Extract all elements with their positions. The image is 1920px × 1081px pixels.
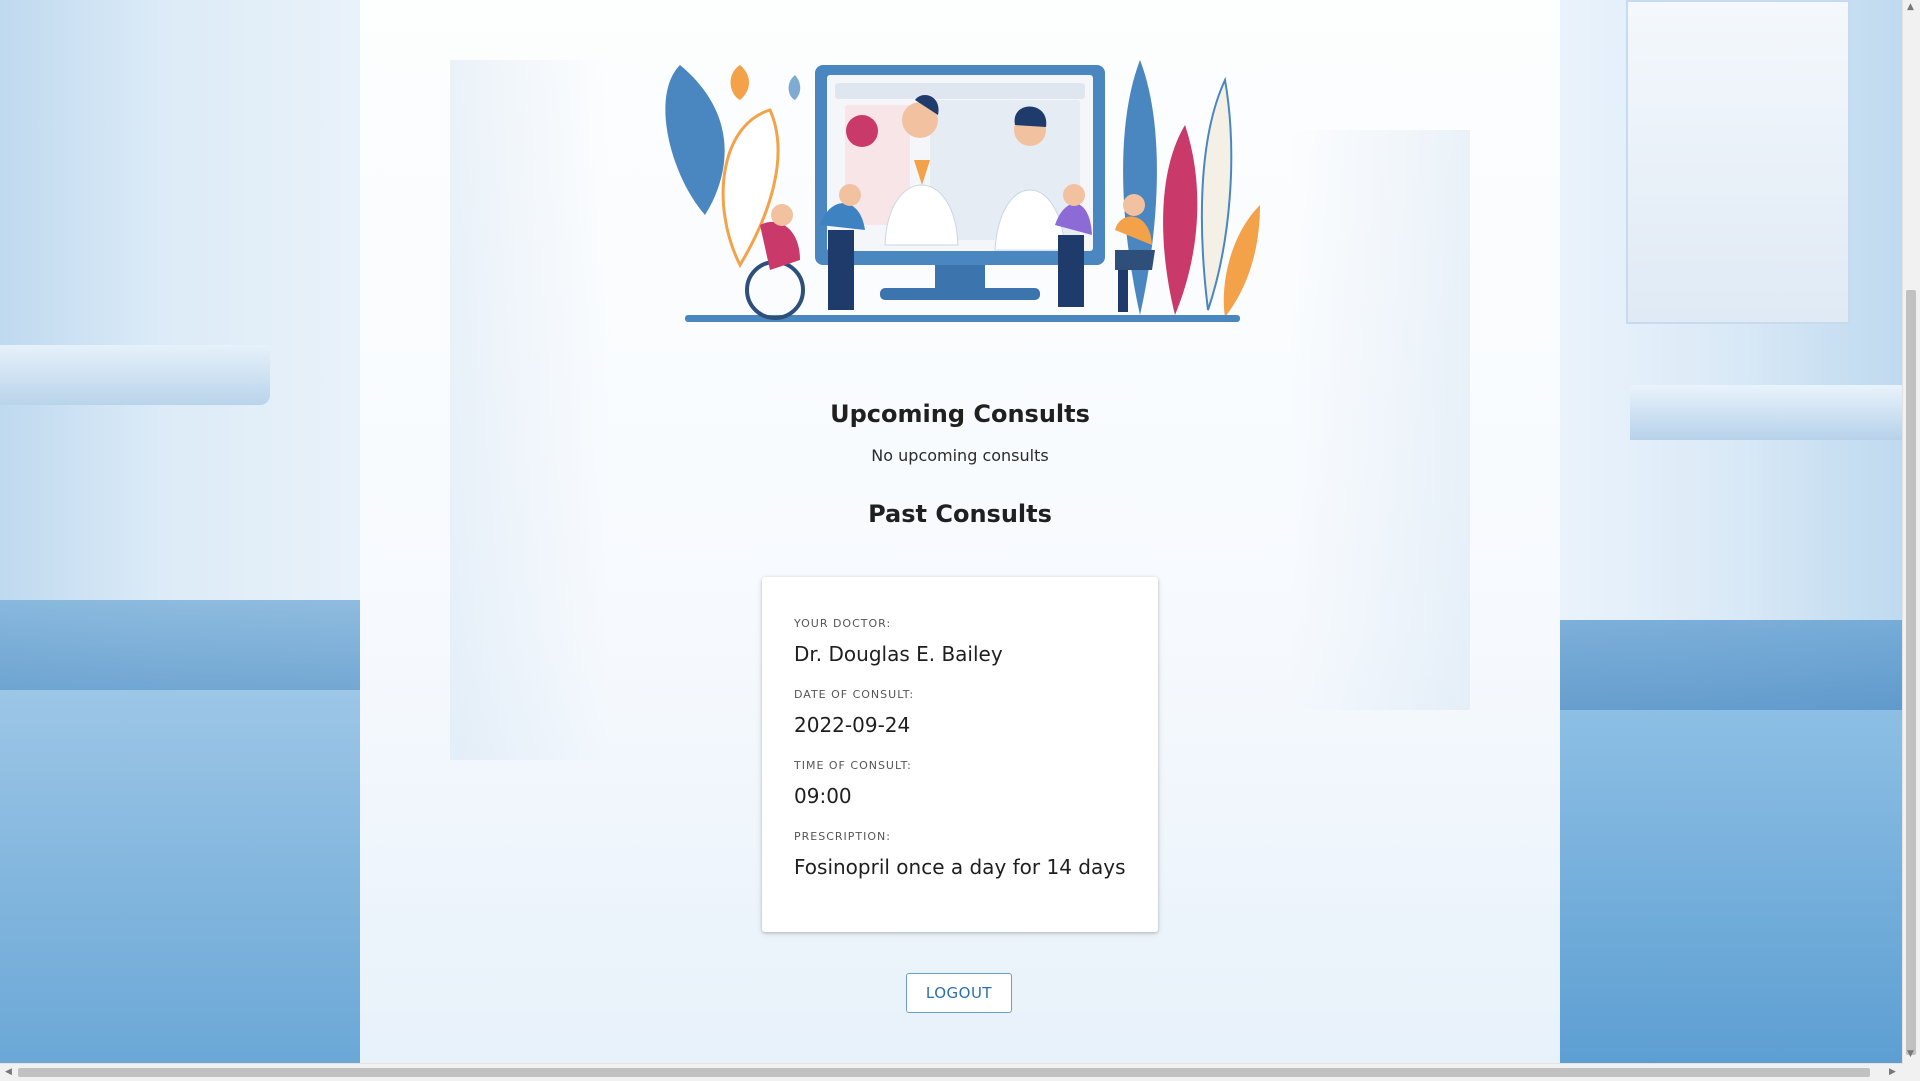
- scroll-right-icon[interactable]: ▶: [1889, 1068, 1896, 1077]
- scrollbar-corner: [1903, 1063, 1920, 1080]
- scroll-left-icon[interactable]: ◀: [5, 1068, 12, 1077]
- horizontal-scrollbar[interactable]: ◀ ▶: [0, 1063, 1920, 1081]
- consults-page: Upcoming Consults No upcoming consults P…: [0, 0, 1920, 1063]
- vertical-scroll-thumb[interactable]: [1906, 290, 1916, 1055]
- no-upcoming-consults-message: No upcoming consults: [871, 446, 1049, 465]
- past-consult-card: YOUR DOCTOR: Dr. Douglas E. Bailey DATE …: [762, 577, 1158, 932]
- logout-button[interactable]: LOGOUT: [906, 973, 1012, 1013]
- horizontal-scroll-thumb[interactable]: [18, 1068, 1870, 1077]
- scroll-up-icon[interactable]: ▲: [1907, 3, 1914, 12]
- doctor-name: Dr. Douglas E. Bailey: [794, 642, 1003, 666]
- date-label: DATE OF CONSULT:: [794, 688, 915, 701]
- vertical-scrollbar[interactable]: ▲ ▼: [1902, 0, 1920, 1063]
- telemedicine-illustration: [665, 60, 1260, 322]
- consult-date: 2022-09-24: [794, 713, 911, 737]
- past-consults-title: Past Consults: [868, 500, 1052, 528]
- time-label: TIME OF CONSULT:: [794, 759, 912, 772]
- upcoming-consults-title: Upcoming Consults: [830, 400, 1090, 428]
- consult-time: 09:00: [794, 784, 852, 808]
- prescription-label: PRESCRIPTION:: [794, 830, 891, 843]
- scroll-down-icon[interactable]: ▼: [1907, 1050, 1914, 1059]
- prescription-value: Fosinopril once a day for 14 days: [794, 855, 1126, 879]
- doctor-label: YOUR DOCTOR:: [794, 617, 892, 630]
